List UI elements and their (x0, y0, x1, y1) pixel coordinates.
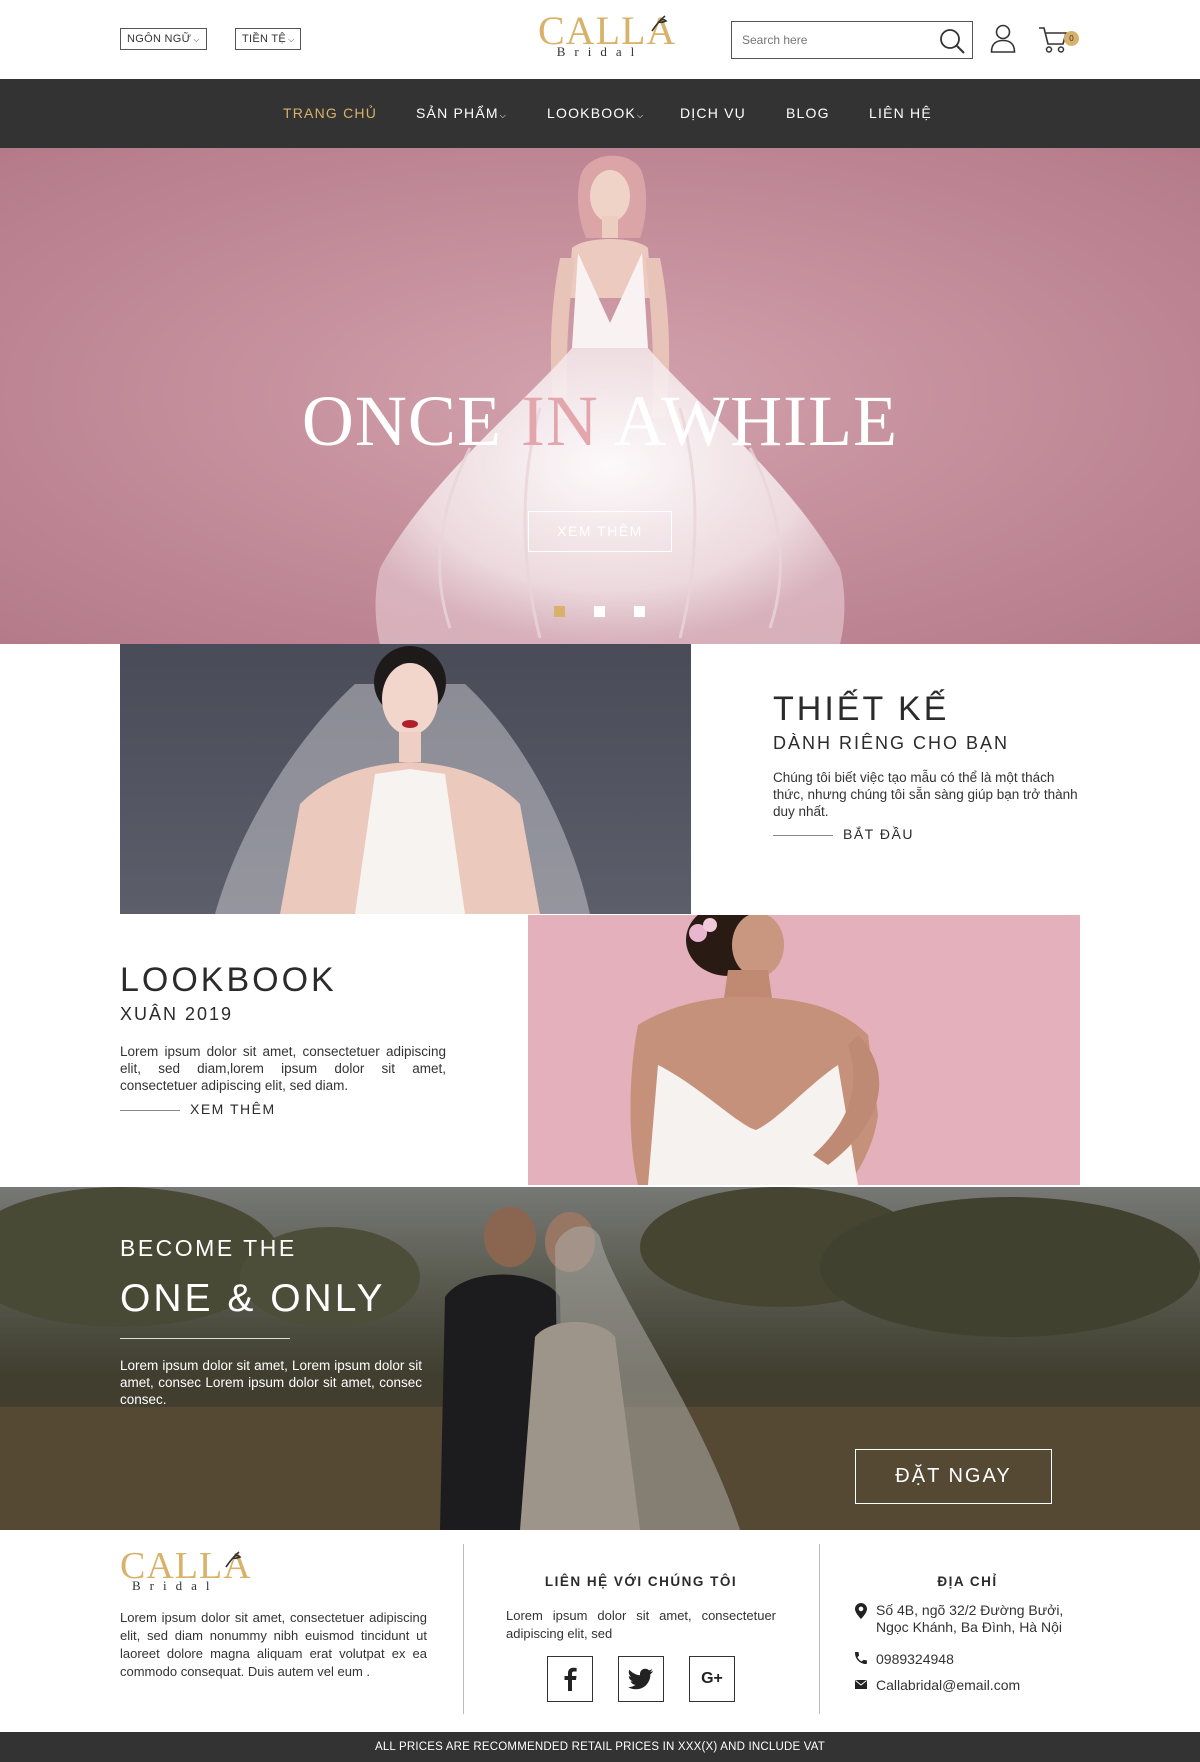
chevron-down-icon: ⌵ (636, 111, 645, 120)
design-start-link[interactable]: BẮT ĐẦU (843, 826, 914, 842)
phone-icon (855, 1652, 867, 1664)
link-divider (120, 1110, 180, 1111)
chevron-down-icon: ⌵ (288, 35, 295, 44)
facebook-icon (564, 1667, 577, 1691)
address-row: Số 4B, ngõ 32/2 Đường Bưởi, Ngọc Khánh, … (855, 1602, 1085, 1638)
user-account-icon[interactable] (990, 24, 1016, 54)
email-row: Callabridal@email.com (855, 1677, 1085, 1695)
footer-about-text: Lorem ipsum dolor sit amet, consectetuer… (120, 1610, 427, 1679)
banner-text: Lorem ipsum dolor sit amet, Lorem ipsum … (120, 1358, 422, 1407)
footer-contact-text: Lorem ipsum dolor sit amet, consectetuer… (506, 1608, 776, 1641)
bride-veil-photo (215, 646, 590, 914)
address-line-2: Ngọc Khánh, Ba Đình, Hà Nội (876, 1619, 1062, 1635)
price-notice-bar: ALL PRICES ARE RECOMMENDED RETAIL PRICES… (0, 1732, 1200, 1762)
nav-item-contact[interactable]: LIÊN HỆ (869, 79, 932, 148)
twitter-icon (628, 1668, 653, 1690)
google-plus-button[interactable]: G+ (689, 1656, 735, 1702)
lookbook-see-more-link[interactable]: XEM THÊM (190, 1101, 276, 1117)
email-icon (855, 1680, 867, 1689)
banner-heading: ONE & ONLY (120, 1277, 386, 1320)
footer-contact-heading: LIÊN HỆ VỚI CHÚNG TÔI (544, 1574, 738, 1589)
nav-item-label: LIÊN HỆ (869, 105, 932, 121)
location-pin-icon (855, 1603, 867, 1619)
slider-dot-2[interactable] (594, 606, 605, 617)
address-line-1: Số 4B, ngõ 32/2 Đường Bưởi, (876, 1602, 1064, 1618)
search-box (731, 21, 973, 59)
footer-divider (463, 1544, 464, 1714)
nav-item-label: LOOKBOOK (547, 105, 636, 121)
link-divider (773, 835, 833, 836)
logo-flower-icon (651, 15, 668, 32)
nav-item-blog[interactable]: BLOG (786, 79, 830, 148)
slider-dot-1[interactable] (554, 606, 565, 617)
lookbook-title: LOOKBOOK (120, 961, 337, 999)
hero-title-accent: IN (520, 381, 599, 461)
nav-item-lookbook[interactable]: LOOKBOOK⌵ (547, 79, 644, 148)
lookbook-model-image (528, 915, 1080, 1185)
phone-number[interactable]: 0989324948 (876, 1651, 954, 1668)
nav-item-label: SẢN PHẨM (416, 105, 499, 121)
search-input[interactable] (732, 22, 922, 58)
phone-row: 0989324948 (855, 1651, 1085, 1669)
email-address[interactable]: Callabridal@email.com (876, 1677, 1020, 1694)
design-title: THIẾT KẾ (773, 690, 950, 728)
twitter-button[interactable] (618, 1656, 664, 1702)
model-photo (630, 915, 880, 1185)
footer-divider (819, 1544, 820, 1714)
hero-see-more-button[interactable]: XEM THÊM (528, 511, 672, 552)
nav-item-label: TRANG CHỦ (283, 105, 378, 121)
currency-select[interactable]: TIỀN TỆ ⌵ (235, 28, 302, 50)
search-icon[interactable] (938, 27, 966, 55)
hero-title-part: AWHILE (598, 381, 899, 461)
design-subtitle: DÀNH RIÊNG CHO BẠN (773, 733, 1010, 753)
banner-kicker: BECOME THE (120, 1235, 297, 1261)
chevron-down-icon: ⌵ (499, 111, 507, 120)
nav-item-home[interactable]: TRANG CHỦ (283, 79, 377, 148)
footer-logo[interactable]: CALLA Bridal (120, 1547, 251, 1593)
cart-count-badge: 0 (1064, 31, 1079, 46)
hero-title-part: ONCE (301, 381, 521, 461)
facebook-button[interactable] (547, 1656, 593, 1702)
currency-label: TIỀN TỆ (242, 33, 287, 45)
logo-subtext: Bridal (132, 1578, 219, 1593)
design-bride-image (120, 644, 691, 914)
site-header: NGÔN NGỮ⌵ TIỀN TỆ⌵ CALLA Bridal 0 (0, 0, 1200, 79)
slider-dot-3[interactable] (634, 606, 645, 617)
language-select[interactable]: NGÔN NGỮ ⌵ (120, 28, 207, 50)
design-text: Chúng tôi biết việc tạo mẫu có thể là mộ… (773, 770, 1078, 819)
chevron-down-icon: ⌵ (193, 35, 200, 44)
banner-divider (120, 1338, 290, 1339)
book-now-button[interactable]: ĐẶT NGAY (855, 1449, 1052, 1504)
nav-item-services[interactable]: DỊCH VỤ (680, 79, 746, 148)
hero-title: ONCE IN AWHILE (0, 380, 1200, 463)
logo-flower-icon (225, 1551, 242, 1568)
google-plus-icon: G+ (701, 1670, 723, 1687)
nav-item-label: DỊCH VỤ (680, 105, 746, 121)
site-logo[interactable]: CALLA Bridal (538, 11, 675, 59)
footer-address-heading: ĐỊA CHỈ (937, 1574, 998, 1589)
main-nav: TRANG CHỦ SẢN PHẨM⌵ LOOKBOOK⌵ DỊCH VỤ BL… (0, 79, 1200, 148)
language-label: NGÔN NGỮ (127, 33, 192, 45)
lookbook-subtitle: XUÂN 2019 (120, 1004, 234, 1024)
promo-banner: BECOME THE ONE & ONLY Lorem ipsum dolor … (0, 1187, 1200, 1530)
hero-slider: ONCE IN AWHILE XEM THÊM (0, 148, 1200, 644)
site-footer: CALLA Bridal Lorem ipsum dolor sit amet,… (0, 1530, 1200, 1732)
nav-item-products[interactable]: SẢN PHẨM⌵ (416, 79, 507, 148)
nav-item-label: BLOG (786, 105, 830, 121)
lookbook-text: Lorem ipsum dolor sit amet, consectetuer… (120, 1044, 446, 1093)
